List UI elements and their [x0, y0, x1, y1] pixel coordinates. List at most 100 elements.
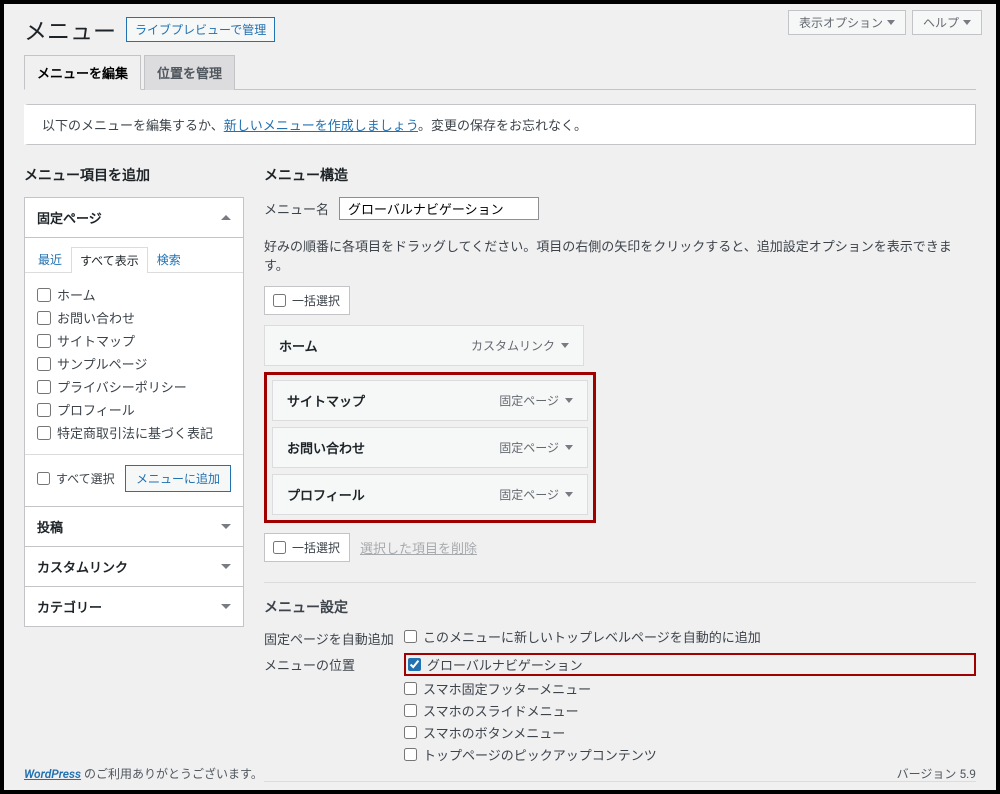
help-label: ヘルプ	[923, 14, 959, 31]
page-item: お問い合わせ	[37, 306, 231, 329]
location-option[interactable]: トップページのピックアップコンテンツ	[404, 745, 976, 764]
add-to-menu-button[interactable]: メニューに追加	[125, 465, 231, 492]
bulk-select-checkbox[interactable]	[273, 294, 286, 307]
location-text: スマホ固定フッターメニュー	[423, 679, 591, 698]
bulk-delete-link: 選択した項目を削除	[360, 538, 477, 557]
accordion-custom-header[interactable]: カスタムリンク	[25, 547, 243, 587]
bulk-select-label: 一括選択	[292, 539, 340, 556]
page-checkbox[interactable]	[37, 426, 51, 440]
bulk-select-bottom[interactable]: 一括選択	[264, 533, 350, 562]
wordpress-link[interactable]: WordPress	[24, 767, 81, 781]
page-label: ホーム	[57, 285, 96, 304]
screen-options-button[interactable]: 表示オプション	[788, 10, 906, 35]
menu-item-type: 固定ページ	[499, 486, 573, 503]
accordion-posts-header[interactable]: 投稿	[25, 507, 243, 547]
page-item: サイトマップ	[37, 329, 231, 352]
accordion-posts-label: 投稿	[37, 517, 63, 536]
location-text: スマホのスライドメニュー	[423, 701, 579, 720]
menu-item[interactable]: ホーム カスタムリンク	[264, 325, 584, 366]
page-item: サンプルページ	[37, 352, 231, 375]
notice-text-prefix: 以下のメニューを編集するか、	[42, 119, 224, 134]
menu-item[interactable]: お問い合わせ固定ページ	[272, 427, 588, 468]
footer-left: WordPress のご利用ありがとうございます。	[24, 765, 263, 782]
page-checkbox[interactable]	[37, 403, 51, 417]
page-label: 特定商取引法に基づく表記	[57, 423, 213, 442]
menu-name-label: メニュー名	[264, 199, 329, 218]
page-item: プロフィール	[37, 398, 231, 421]
menu-item-type: 固定ページ	[499, 392, 573, 409]
location-checkbox[interactable]	[404, 726, 417, 739]
menu-item[interactable]: サイトマップ 固定ページ	[272, 380, 588, 421]
location-option[interactable]: スマホのボタンメニュー	[404, 723, 976, 742]
menu-item-title: ホーム	[279, 336, 318, 355]
accordion-pages-body: 最近 すべて表示 検索 ホームお問い合わせサイトマップサンプルページプライバシー…	[25, 238, 243, 507]
chevron-down-icon	[887, 20, 895, 25]
page-item: プライバシーポリシー	[37, 375, 231, 398]
menu-item-type: 固定ページ	[499, 439, 573, 456]
tab-edit-menus[interactable]: メニューを編集	[24, 55, 141, 90]
menu-item[interactable]: プロフィール 固定ページ	[272, 474, 588, 515]
chevron-down-icon	[221, 604, 231, 609]
auto-add-checkbox[interactable]	[404, 630, 417, 643]
menu-name-input[interactable]	[339, 197, 539, 220]
live-preview-button[interactable]: ライブプレビューで管理	[126, 17, 275, 42]
page-label: プロフィール	[57, 400, 135, 419]
bulk-select-checkbox[interactable]	[273, 541, 286, 554]
drag-hint: 好みの順番に各項目をドラッグしてください。項目の右側の矢印をクリックすると、追加…	[264, 236, 976, 274]
subtab-recent[interactable]: 最近	[29, 246, 71, 272]
select-all-checkbox[interactable]	[37, 472, 50, 485]
chevron-down-icon	[963, 20, 971, 25]
page-label: プライバシーポリシー	[57, 377, 187, 396]
auto-add-option[interactable]: このメニューに新しいトップレベルページを自動的に追加	[404, 627, 976, 646]
menu-item-title: プロフィール	[287, 485, 365, 504]
screen-options-label: 表示オプション	[799, 14, 883, 31]
menu-settings-title: メニュー設定	[264, 597, 976, 617]
location-option[interactable]: スマホのスライドメニュー	[404, 701, 976, 720]
accordion-pages-header[interactable]: 固定ページ	[25, 198, 243, 238]
chevron-down-icon	[221, 564, 231, 569]
accordion-category-header[interactable]: カテゴリー	[25, 587, 243, 626]
page-checkbox[interactable]	[37, 357, 51, 371]
location-checkbox[interactable]	[404, 704, 417, 717]
help-button[interactable]: ヘルプ	[912, 10, 982, 35]
menu-item-type: カスタムリンク	[471, 337, 569, 354]
page-checkbox[interactable]	[37, 311, 51, 325]
auto-add-label: 固定ページを自動追加	[264, 627, 404, 649]
location-label: メニューの位置	[264, 653, 404, 767]
menu-item-title: サイトマップ	[287, 391, 365, 410]
notice-text-suffix: 。変更の保存をお忘れなく。	[418, 119, 587, 134]
location-text: トップページのピックアップコンテンツ	[423, 745, 657, 764]
tab-manage-locations[interactable]: 位置を管理	[144, 55, 235, 90]
select-all-label: すべて選択	[56, 470, 115, 487]
footer-version: バージョン 5.9	[897, 765, 976, 782]
select-all-wrap[interactable]: すべて選択	[37, 470, 115, 487]
chevron-down-icon[interactable]	[561, 343, 569, 348]
location-option[interactable]: スマホ固定フッターメニュー	[404, 679, 976, 698]
subtab-search[interactable]: 検索	[148, 246, 190, 272]
page-checkbox[interactable]	[37, 288, 51, 302]
accordion: 固定ページ 最近 すべて表示 検索 ホームお問い合わせサイトマップサンプルページ…	[24, 197, 244, 627]
notice: 以下のメニューを編集するか、新しいメニューを作成しましょう。変更の保存をお忘れな…	[24, 104, 976, 145]
location-checkbox[interactable]	[404, 682, 417, 695]
location-checkbox[interactable]	[404, 748, 417, 761]
chevron-down-icon[interactable]	[565, 492, 573, 497]
create-new-menu-link[interactable]: 新しいメニューを作成しましょう	[224, 119, 418, 134]
bulk-select-label: 一括選択	[292, 292, 340, 309]
bulk-select-top[interactable]: 一括選択	[264, 286, 350, 315]
location-option[interactable]: グローバルナビゲーション	[404, 653, 976, 676]
chevron-down-icon[interactable]	[565, 445, 573, 450]
accordion-custom-label: カスタムリンク	[37, 557, 128, 576]
location-checkbox[interactable]	[408, 658, 421, 671]
page-label: お問い合わせ	[57, 308, 135, 327]
chevron-down-icon[interactable]	[565, 398, 573, 403]
subtab-view-all[interactable]: すべて表示	[71, 247, 148, 273]
location-text: グローバルナビゲーション	[427, 655, 583, 674]
page-item: 特定商取引法に基づく表記	[37, 421, 231, 444]
add-items-title: メニュー項目を追加	[24, 165, 244, 185]
page-checkbox[interactable]	[37, 380, 51, 394]
page-checkbox[interactable]	[37, 334, 51, 348]
location-text: スマホのボタンメニュー	[423, 723, 565, 742]
chevron-down-icon	[221, 524, 231, 529]
highlighted-items: サイトマップ固定ページ お問い合わせ固定ページ プロフィール固定ページ	[264, 372, 596, 523]
page-label: サンプルページ	[57, 354, 147, 373]
